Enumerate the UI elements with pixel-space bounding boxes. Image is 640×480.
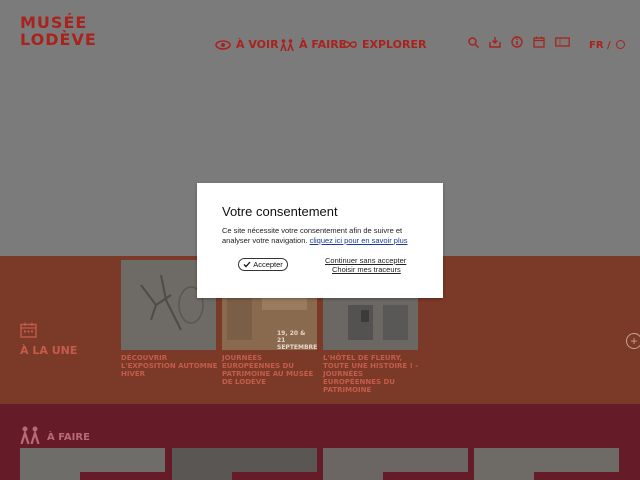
accept-label: Accepter (253, 260, 283, 269)
consent-dialog: Votre consentement Ce site nécessite vot… (197, 183, 443, 298)
afaire-thumbnail-overlay (534, 472, 619, 480)
nav-label: À VOIR (236, 38, 279, 51)
accept-button[interactable]: Accepter (238, 258, 288, 271)
language-switcher[interactable]: FR / (589, 40, 626, 51)
nav-label: EXPLORER (362, 38, 427, 51)
afaire-thumbnail-overlay (383, 472, 468, 480)
logo-line-2: LODÈVE (20, 30, 97, 49)
download-icon[interactable] (489, 36, 501, 48)
ticket-icon[interactable] (555, 37, 570, 47)
more-plus-button[interactable]: + (626, 333, 640, 349)
calendar-icon[interactable] (533, 36, 545, 48)
afaire-thumbnail-overlay (232, 472, 317, 480)
continue-without-accepting-link[interactable]: Continuer sans accepter (325, 256, 406, 265)
nav-label: À FAIRE (299, 38, 347, 51)
consent-title: Votre consentement (222, 204, 338, 219)
people-icon (280, 38, 294, 51)
logo-line-1: MUSÉE (20, 13, 88, 32)
consent-text: Ce site nécessite votre consentement afi… (222, 226, 422, 246)
learn-more-link[interactable]: cliquez ici pour en savoir plus (310, 236, 408, 245)
eye-icon (215, 39, 231, 50)
choose-trackers-link[interactable]: Choisir mes traceurs (332, 265, 401, 274)
header-tools (468, 36, 570, 48)
site-logo[interactable]: MUSÉE LODÈVE (20, 14, 97, 48)
card-image-text: 19, 20 & 21 SEPTEMBRE (277, 330, 318, 351)
calendar-section-icon (20, 322, 37, 343)
card-caption[interactable]: JOURNÉES EUROPÉENNES DU PATRIMOINE AU MU… (222, 354, 320, 386)
card-caption[interactable]: DÉCOUVRIR L'EXPOSITION AUTOMNE HIVER (121, 354, 219, 378)
section-title-a-faire: À FAIRE (47, 432, 90, 443)
nav-explorer[interactable]: EXPLORER (343, 38, 426, 51)
globe-icon (616, 40, 626, 49)
search-icon[interactable] (468, 36, 479, 48)
language-label: FR / (589, 40, 611, 51)
infinity-icon (343, 40, 357, 49)
check-icon (243, 261, 251, 268)
section-title-a-la-une: À LA UNE (20, 344, 78, 357)
info-icon[interactable] (511, 36, 523, 48)
card-caption[interactable]: L'HÔTEL DE FLEURY, TOUTE UNE HISTOIRE ! … (323, 354, 421, 394)
nav-a-voir[interactable]: À VOIR (215, 38, 279, 51)
afaire-thumbnail-overlay (80, 472, 165, 480)
people-section-icon (20, 426, 40, 449)
nav-a-faire[interactable]: À FAIRE (280, 38, 346, 51)
